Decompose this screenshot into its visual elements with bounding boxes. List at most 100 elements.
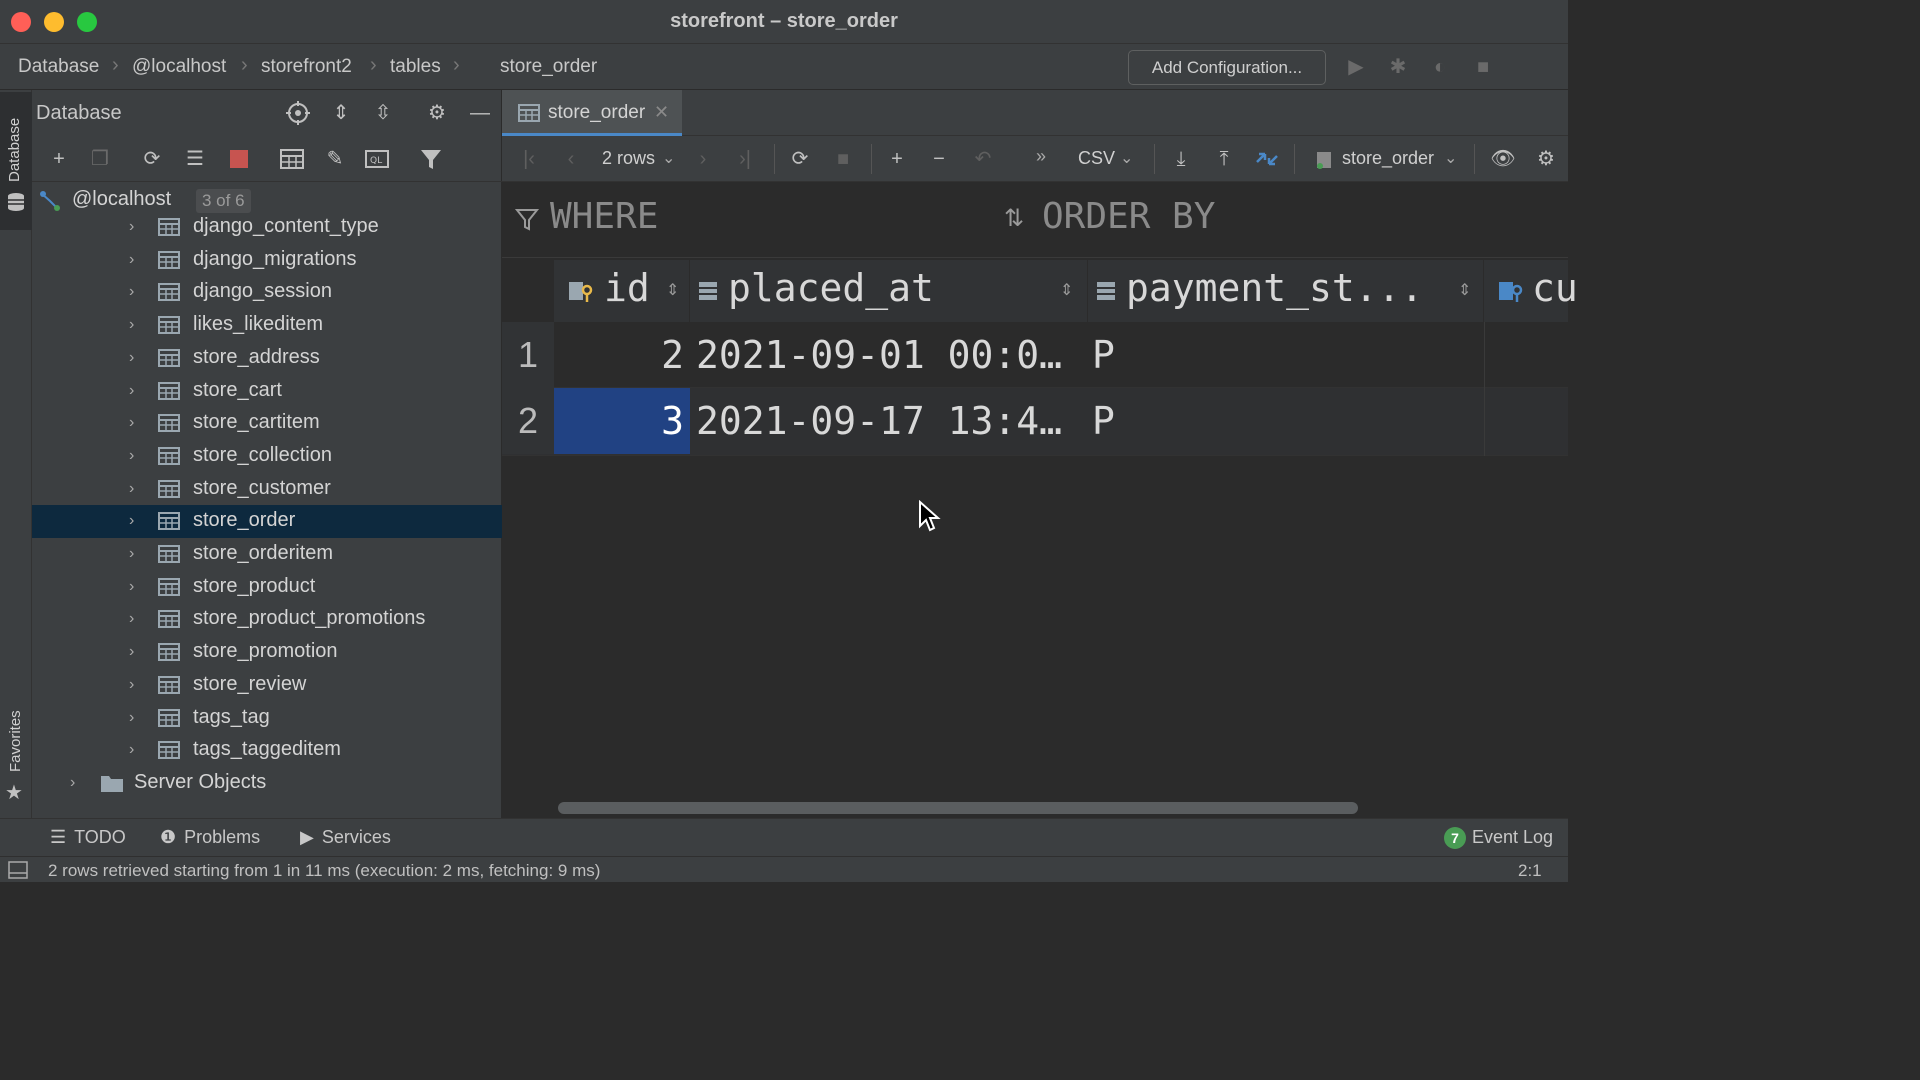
tree-item-table[interactable]: › django_content_type <box>32 211 502 244</box>
chevron-right-icon[interactable]: › <box>129 447 143 463</box>
datasource-dropdown[interactable]: store_order <box>1342 148 1434 169</box>
sort-arrows-icon[interactable]: ⇕ <box>1060 280 1073 300</box>
where-input[interactable]: WHERE <box>550 196 658 237</box>
tree-item-table[interactable]: › store_review <box>32 669 502 702</box>
download-icon[interactable]: ⤓ <box>1168 146 1194 172</box>
chevron-right-icon[interactable]: › <box>129 349 143 365</box>
stop-icon[interactable]: ■ <box>1471 55 1495 79</box>
tree-item-table[interactable]: › likes_likeditem <box>32 309 502 342</box>
chevron-right-icon[interactable]: › <box>129 546 143 562</box>
revert-icon[interactable]: ↶ <box>970 146 996 172</box>
chevron-right-icon[interactable]: › <box>129 480 143 496</box>
upload-icon[interactable]: ⤒ <box>1211 146 1237 172</box>
table-row[interactable]: 1 2 2021-09-01 00:0… P <box>502 322 1568 388</box>
delete-row-icon[interactable]: − <box>926 146 952 172</box>
stop-icon[interactable] <box>226 146 252 172</box>
tree-item-table[interactable]: › tags_tag <box>32 702 502 735</box>
column-header-customer[interactable]: cu <box>1484 260 1578 322</box>
table-row[interactable]: 2 3 2021-09-17 13:4… P <box>502 388 1568 456</box>
chevron-right-icon[interactable]: › <box>129 513 143 529</box>
favorites-tab[interactable]: Favorites <box>7 710 24 772</box>
breadcrumb-tables[interactable]: tables <box>390 56 441 78</box>
query-console-icon[interactable]: QL <box>364 146 390 172</box>
cell-placed-at[interactable]: 2021-09-01 00:0… <box>696 322 1086 388</box>
crosshair-icon[interactable] <box>285 100 311 126</box>
sort-arrows-icon[interactable]: ⇕ <box>1458 280 1471 300</box>
breadcrumb-storefront2[interactable]: storefront2 <box>261 56 352 78</box>
tree-item-table[interactable]: › django_session <box>32 276 502 309</box>
expand-all-icon[interactable]: ⇕ <box>328 100 354 126</box>
order-by-input[interactable]: ORDER BY <box>1042 196 1215 237</box>
previous-page-icon[interactable]: ‹ <box>558 146 584 172</box>
chevron-right-icon[interactable]: › <box>129 578 143 594</box>
export-format-dropdown[interactable]: CSV <box>1078 148 1115 169</box>
add-icon[interactable]: + <box>46 146 72 172</box>
chevron-right-icon[interactable]: › <box>129 219 143 235</box>
chevron-right-icon[interactable]: › <box>129 742 143 758</box>
gear-icon[interactable]: ⚙ <box>424 100 450 126</box>
cell-placed-at[interactable]: 2021-09-17 13:4… <box>696 388 1086 454</box>
chevron-right-icon[interactable]: › <box>129 251 143 267</box>
cell-id[interactable]: 2 <box>554 322 690 388</box>
schema-sync-icon[interactable]: ☰ <box>182 146 208 172</box>
database-tool-tab[interactable]: Database <box>0 92 32 230</box>
next-page-icon[interactable]: › <box>690 146 716 172</box>
refresh-icon[interactable]: ⟳ <box>139 146 165 172</box>
add-row-icon[interactable]: + <box>884 146 910 172</box>
column-header-placed-at[interactable]: placed_at ⇕ <box>690 260 1088 322</box>
tab-store-order[interactable]: store_order ✕ <box>502 90 682 136</box>
todo-tab[interactable]: ☰ TODO <box>50 827 126 848</box>
add-configuration-button[interactable]: Add Configuration... <box>1128 50 1326 85</box>
table-view-icon[interactable] <box>279 146 305 172</box>
caret-position[interactable]: 2:1 <box>1518 861 1542 881</box>
tree-item-table[interactable]: › django_migrations <box>32 244 502 277</box>
breadcrumb-database[interactable]: Database <box>18 56 99 78</box>
breadcrumb-localhost[interactable]: @localhost <box>132 56 226 78</box>
panel-toggle-icon[interactable] <box>8 861 28 879</box>
chevron-right-icon[interactable]: › <box>129 284 143 300</box>
column-header-payment-status[interactable]: payment_st... ⇕ <box>1088 260 1484 322</box>
sort-arrows-icon[interactable]: ⇕ <box>666 280 679 300</box>
more-actions-button[interactable]: » <box>1036 146 1046 167</box>
cancel-query-icon[interactable]: ■ <box>830 146 856 172</box>
chevron-right-icon[interactable]: › <box>129 709 143 725</box>
tree-item-table[interactable]: › store_customer <box>32 473 502 506</box>
debug-icon[interactable]: ✱ <box>1386 55 1410 79</box>
tree-item-table[interactable]: › store_product_promotions <box>32 603 502 636</box>
cell-id-selected[interactable]: 3 <box>554 388 690 454</box>
collapse-all-icon[interactable]: ⇳ <box>370 100 396 126</box>
edit-icon[interactable]: ✎ <box>322 146 348 172</box>
rows-count-dropdown[interactable]: 2 rows <box>602 148 655 169</box>
chevron-right-icon[interactable]: › <box>129 676 143 692</box>
first-page-icon[interactable]: |‹ <box>516 146 542 172</box>
tree-item-table[interactable]: › store_cart <box>32 375 502 408</box>
problems-tab[interactable]: ❶ Problems <box>160 827 260 848</box>
tree-item-table[interactable]: › store_order <box>32 505 502 539</box>
services-tab[interactable]: ▶ Services <box>300 827 391 848</box>
coverage-icon[interactable]: ◐ <box>1428 55 1452 79</box>
chevron-right-icon[interactable]: › <box>129 382 143 398</box>
chevron-right-icon[interactable]: › <box>70 775 84 791</box>
tree-item-table[interactable]: › store_cartitem <box>32 407 502 440</box>
horizontal-scrollbar[interactable] <box>558 802 1358 814</box>
chevron-right-icon[interactable]: › <box>129 644 143 660</box>
close-tab-icon[interactable]: ✕ <box>654 102 669 123</box>
tree-item-table[interactable]: › store_orderitem <box>32 538 502 571</box>
tree-item-table[interactable]: › store_address <box>32 342 502 375</box>
tree-item-table[interactable]: › store_product <box>32 571 502 604</box>
minimize-icon[interactable]: — <box>467 100 493 126</box>
reload-icon[interactable]: ⟳ <box>787 146 813 172</box>
filter-icon[interactable] <box>418 146 444 172</box>
chevron-right-icon[interactable]: › <box>129 611 143 627</box>
last-page-icon[interactable]: ›| <box>732 146 758 172</box>
breadcrumb-store-order[interactable]: store_order <box>500 56 597 78</box>
gear-icon[interactable]: ⚙ <box>1533 146 1559 172</box>
duplicate-icon[interactable]: ❐ <box>87 146 113 172</box>
run-icon[interactable]: ▶ <box>1344 55 1368 79</box>
chevron-right-icon[interactable]: › <box>129 415 143 431</box>
event-log-tab[interactable]: Event Log <box>1472 827 1553 848</box>
eye-icon[interactable]: 👁 <box>1490 146 1516 172</box>
cell-payment-status[interactable]: P <box>1092 388 1482 454</box>
cell-payment-status[interactable]: P <box>1092 322 1482 388</box>
column-header-id[interactable]: id ⇕ <box>554 260 690 322</box>
